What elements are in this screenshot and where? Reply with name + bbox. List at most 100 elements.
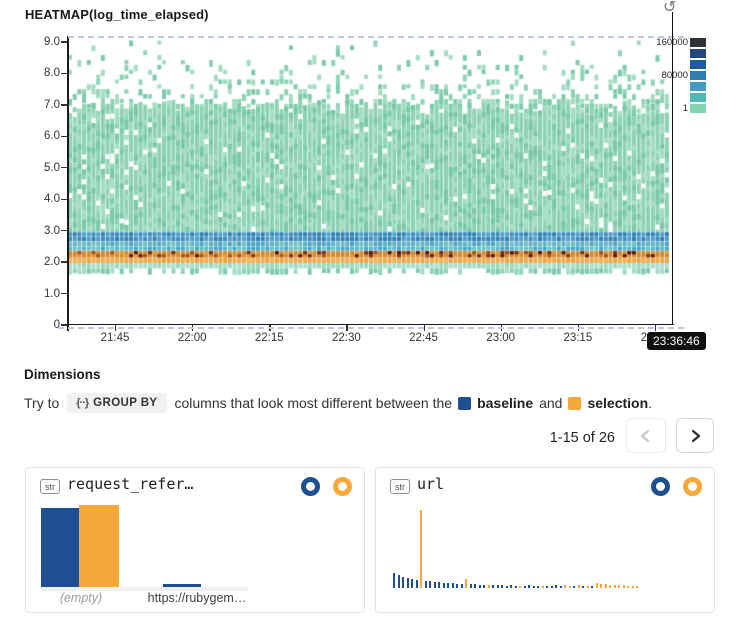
selection-bar	[636, 586, 638, 588]
group-by-button[interactable]: {··} GROUP BY	[67, 393, 166, 413]
baseline-swatch-icon	[458, 397, 471, 410]
legend-swatch	[690, 93, 706, 102]
y-tick-label: 3.0	[24, 224, 60, 238]
baseline-label: baseline	[477, 395, 533, 411]
bubbleup-view: HEATMAP(log_time_elapsed) 9.08.07.06.05.…	[0, 0, 748, 629]
baseline-bar	[533, 586, 535, 588]
baseline-bar	[555, 585, 557, 588]
selection-bar	[465, 579, 467, 588]
selection-bar	[420, 510, 422, 588]
baseline-bar	[551, 586, 553, 588]
card-chart[interactable]: (empty)https://rubygem…	[26, 468, 364, 612]
y-tick-mark	[61, 293, 67, 294]
baseline-bar	[398, 575, 400, 588]
hint-text-prefix: Try to	[24, 395, 59, 411]
baseline-bar	[443, 583, 445, 588]
baseline-bar	[515, 586, 517, 588]
baseline-bar	[492, 585, 494, 588]
card-chart[interactable]	[376, 468, 714, 612]
legend-swatch	[690, 104, 706, 113]
selection-bar	[614, 585, 616, 588]
x-axis-line	[61, 324, 674, 326]
next-page-button[interactable]	[676, 418, 714, 453]
selection-bar	[618, 585, 620, 588]
reset-zoom-icon[interactable]: ↺	[663, 0, 676, 17]
baseline-bar	[461, 584, 463, 588]
heatmap-title: HEATMAP(log_time_elapsed)	[25, 7, 209, 22]
prev-page-button[interactable]	[626, 418, 666, 453]
baseline-bar	[479, 585, 481, 588]
chevron-right-icon	[686, 427, 704, 445]
selection-bar	[600, 584, 602, 588]
heatmap-panel: HEATMAP(log_time_elapsed) 9.08.07.06.05.…	[0, 0, 748, 362]
legend-swatch	[690, 49, 706, 58]
y-tick-mark	[61, 324, 67, 325]
selection-bar	[488, 585, 490, 588]
y-tick-label: 0	[24, 318, 60, 332]
baseline-bar	[416, 580, 418, 588]
y-tick-mark	[61, 73, 67, 74]
baseline-bar	[438, 582, 440, 588]
chevron-left-icon	[637, 427, 655, 445]
y-tick-mark	[61, 230, 67, 231]
braces-icon: {··}	[76, 397, 88, 409]
baseline-bar	[429, 581, 431, 588]
heatmap-canvas[interactable]	[68, 36, 673, 326]
category-label: (empty)	[21, 591, 141, 605]
selection-bar	[519, 586, 521, 588]
x-tick-label: 22:15	[239, 332, 299, 344]
baseline-bar	[582, 586, 584, 588]
x-tick-label: 22:45	[394, 332, 454, 344]
baseline-bar	[407, 578, 409, 588]
selection-bar	[605, 584, 607, 588]
y-tick-label: 8.0	[24, 66, 60, 80]
baseline-bar	[447, 583, 449, 588]
baseline-bar	[474, 584, 476, 588]
legend-swatch	[690, 82, 706, 91]
crosshair-line	[672, 12, 674, 324]
selection-bar	[627, 586, 629, 588]
heatmap-plot[interactable]	[68, 36, 673, 326]
baseline-bar	[41, 508, 79, 587]
y-tick-mark	[61, 167, 67, 168]
baseline-bar	[497, 585, 499, 588]
y-tick-label: 2.0	[24, 255, 60, 269]
legend-swatch	[690, 38, 706, 47]
y-tick-mark	[61, 104, 67, 105]
selection-bar	[632, 586, 634, 588]
selection-boundary-bottom	[58, 327, 684, 329]
y-tick-mark	[61, 261, 67, 262]
baseline-bar	[411, 579, 413, 588]
selection-bar	[609, 585, 611, 588]
selection-bar	[569, 586, 571, 588]
baseline-bar	[528, 585, 530, 588]
y-tick-label: 1.0	[24, 287, 60, 301]
baseline-bar	[506, 586, 508, 588]
group-by-label: GROUP BY	[93, 397, 157, 409]
baseline-bar	[456, 584, 458, 588]
x-tick-label: 23:15	[548, 332, 608, 344]
baseline-bar	[393, 573, 395, 588]
y-tick-label: 4.0	[24, 192, 60, 206]
y-tick-mark	[61, 136, 67, 137]
selection-bar	[623, 585, 625, 588]
baseline-bar	[510, 585, 512, 588]
x-tick-label: 22:00	[162, 332, 222, 344]
baseline-bar	[560, 586, 562, 588]
baseline-bar	[402, 577, 404, 588]
baseline-bar	[163, 584, 201, 587]
selection-bar	[587, 586, 589, 588]
legend-label: 80000	[640, 70, 688, 81]
baseline-bar	[425, 581, 427, 588]
y-tick-label: 9.0	[24, 35, 60, 49]
x-tick-label: 23:00	[471, 332, 531, 344]
x-tick-label: 22:30	[316, 332, 376, 344]
legend-swatch	[690, 71, 706, 80]
selection-bar	[542, 586, 544, 588]
selection-swatch-icon	[568, 397, 581, 410]
y-tick-mark	[61, 41, 67, 42]
selection-boundary-top	[68, 36, 684, 38]
category-label: https://rubygem…	[137, 591, 257, 605]
y-tick-label: 5.0	[24, 161, 60, 175]
baseline-bar	[537, 586, 539, 588]
